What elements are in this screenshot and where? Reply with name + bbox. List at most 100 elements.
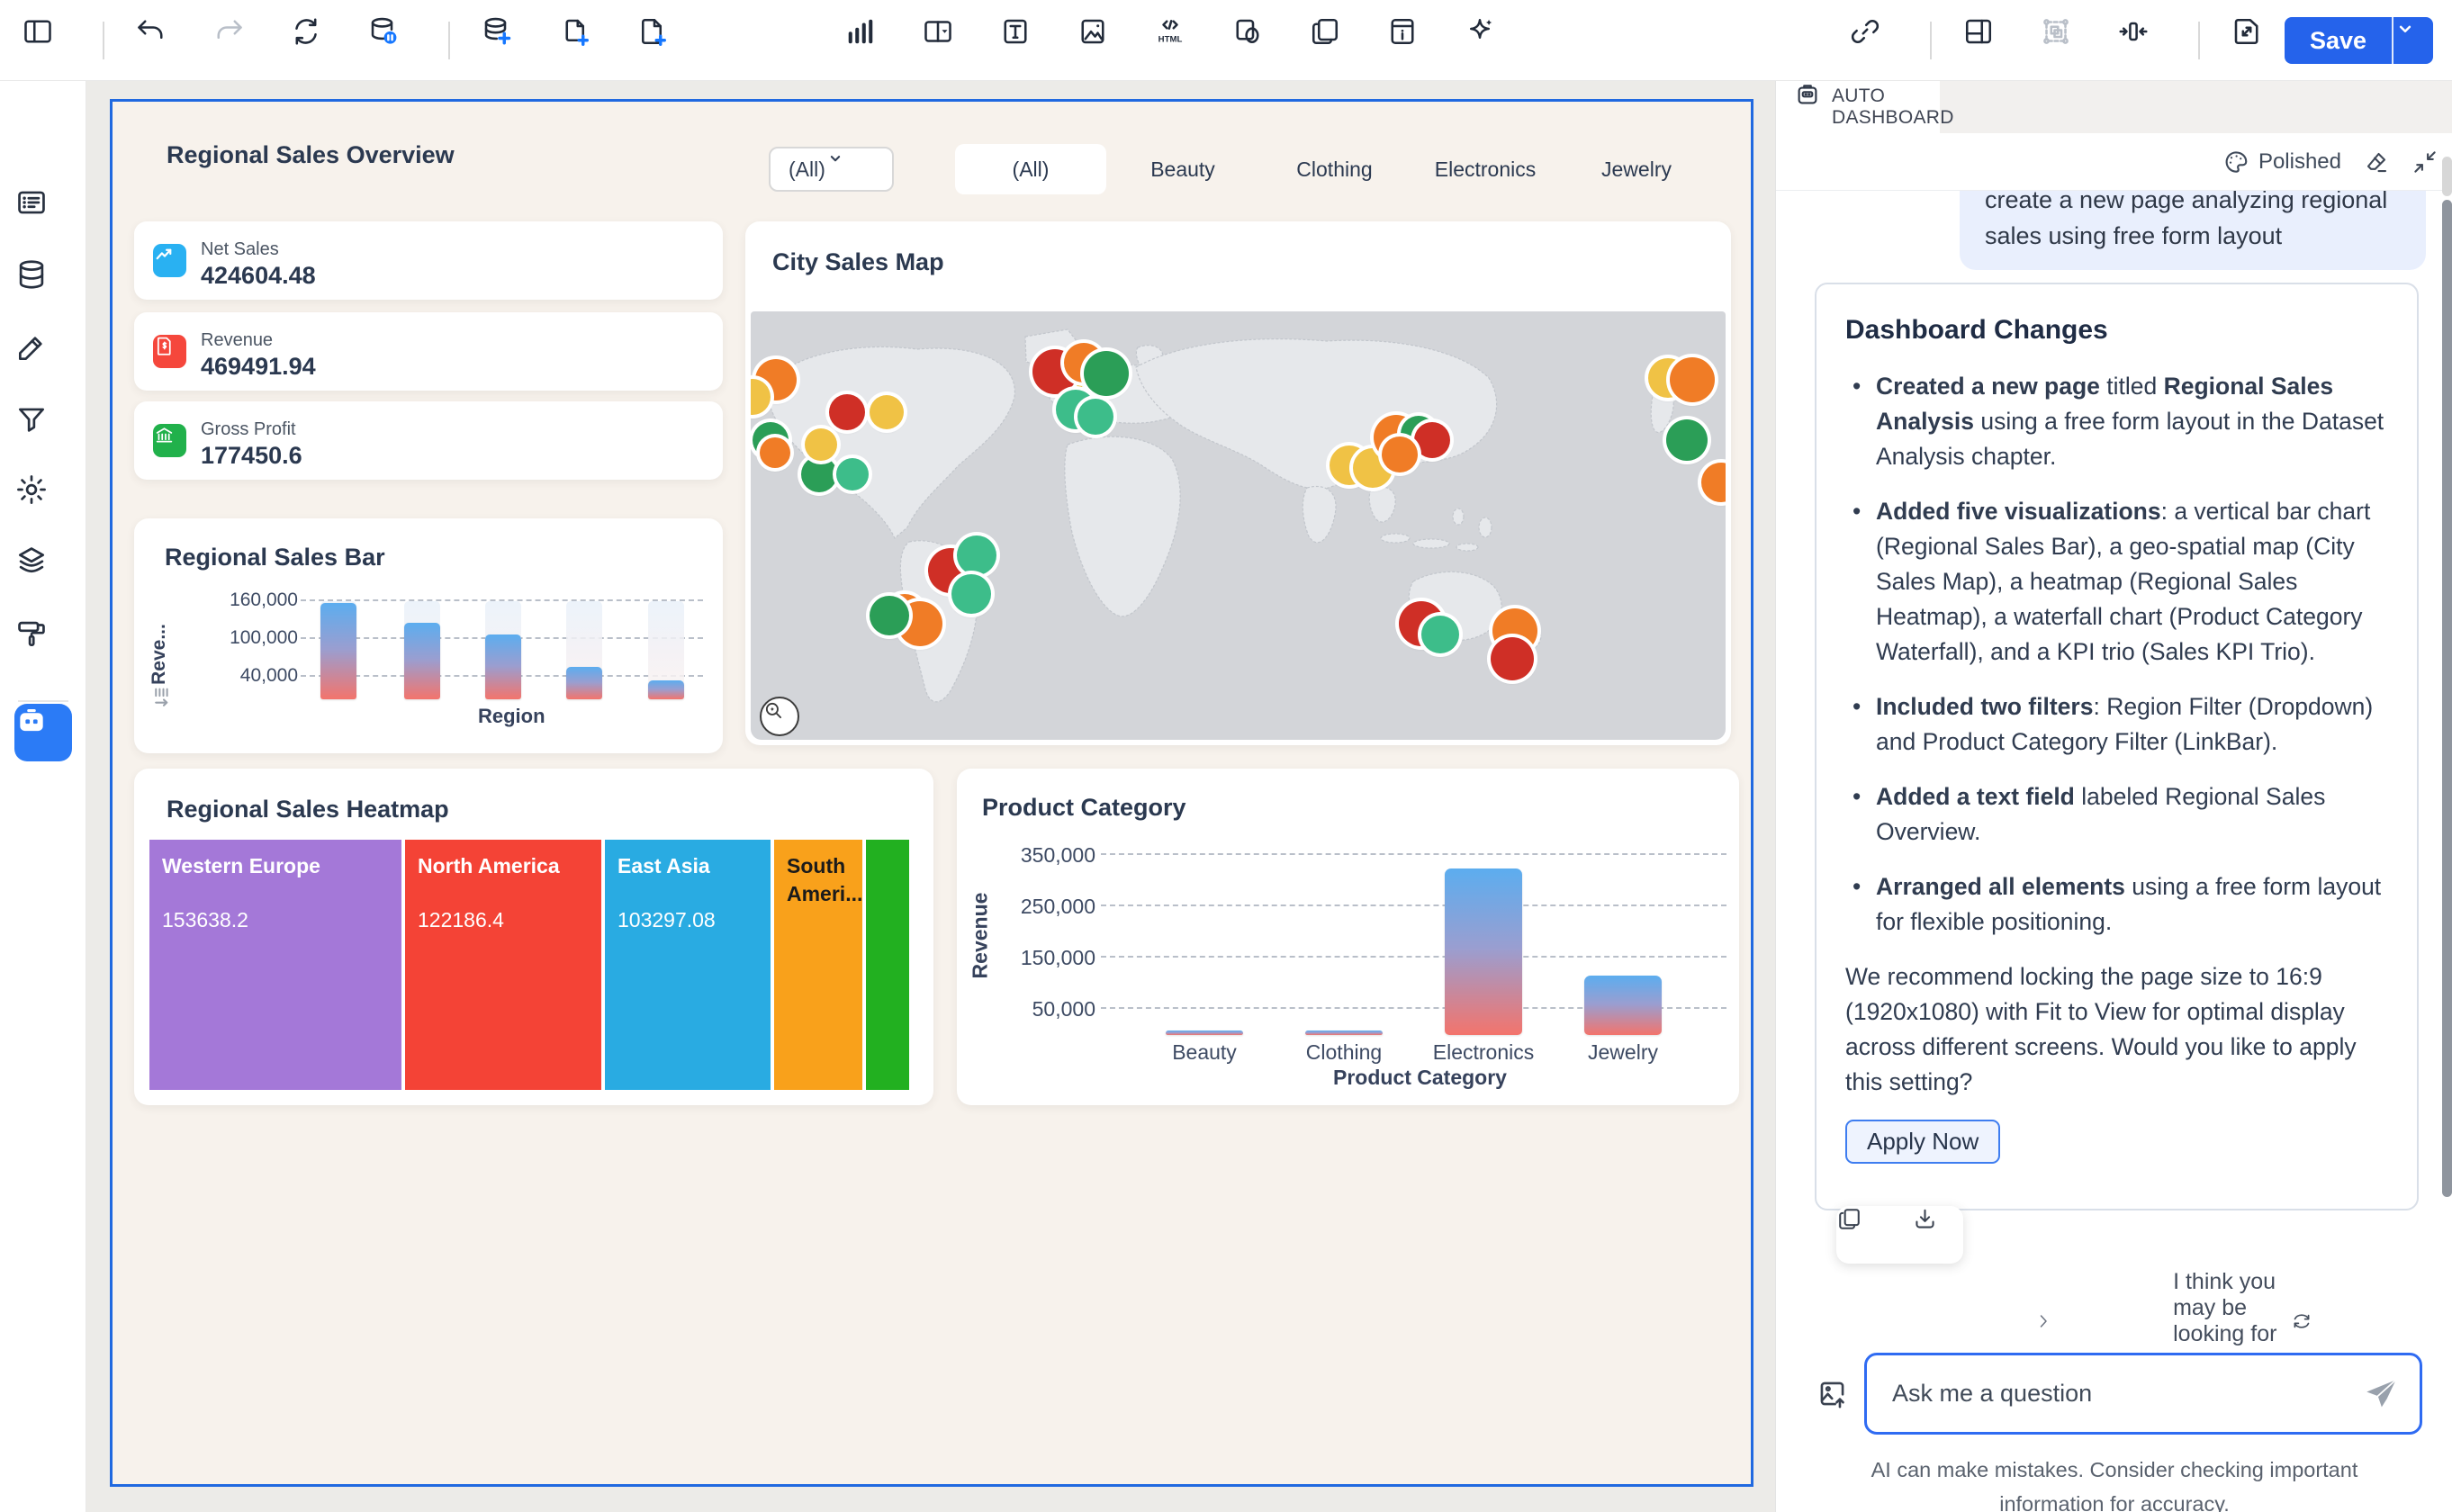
duplicate-button[interactable] bbox=[1309, 15, 1359, 66]
bar-region-2[interactable] bbox=[404, 623, 440, 699]
product-category-card[interactable]: Product Category Revenue 350,000 250,000… bbox=[957, 769, 1739, 1105]
bar-region-5[interactable] bbox=[648, 680, 684, 700]
sidebar-item-database[interactable] bbox=[14, 257, 72, 315]
bar-clothing[interactable] bbox=[1305, 1030, 1383, 1035]
undo-button[interactable] bbox=[135, 15, 185, 66]
city-bubble-teal[interactable] bbox=[836, 458, 869, 490]
city-bubble-orange[interactable] bbox=[1382, 436, 1418, 472]
save-button[interactable]: Save bbox=[2285, 17, 2392, 64]
redo-button[interactable] bbox=[212, 15, 263, 66]
sidebar-item-auto-dashboard[interactable] bbox=[14, 704, 72, 761]
bar-region-1[interactable] bbox=[320, 603, 356, 699]
link-button[interactable] bbox=[1849, 15, 1899, 66]
group-objects-button[interactable] bbox=[2040, 15, 2090, 66]
kpi-card-revenue[interactable]: Revenue469491.94 bbox=[134, 312, 723, 391]
panel-left-button[interactable] bbox=[22, 15, 72, 66]
bar-electronics[interactable] bbox=[1445, 868, 1522, 1035]
collapse-panel-button[interactable] bbox=[2411, 148, 2438, 176]
sidebar-item-theme-roller[interactable] bbox=[14, 616, 72, 674]
heatmap-block-unlabeled[interactable] bbox=[866, 840, 909, 1090]
fit-width-button[interactable] bbox=[2117, 15, 2168, 66]
pan-hint-icon[interactable] bbox=[150, 682, 177, 713]
heatmap-block-east-asia[interactable]: East Asia103297.08 bbox=[605, 840, 771, 1090]
x-tick-jewelry: Jewelry bbox=[1551, 1040, 1695, 1065]
file-copy-add-button[interactable] bbox=[558, 15, 608, 66]
region-filter-value: (All) bbox=[789, 158, 825, 182]
database-add-button[interactable] bbox=[481, 15, 531, 66]
city-bubble-yellow[interactable] bbox=[805, 428, 837, 461]
image-block-button[interactable] bbox=[1077, 15, 1127, 66]
heatmap-block-western-europe[interactable]: Western Europe153638.2 bbox=[149, 840, 401, 1090]
city-bubble-yellow[interactable] bbox=[870, 395, 904, 429]
regional-sales-bar-card[interactable]: Regional Sales Bar Reve... 160,000 100,0… bbox=[134, 518, 723, 753]
kpi-card-gross-profit[interactable]: Gross Profit177450.6 bbox=[134, 401, 723, 480]
kpi-card-net-sales[interactable]: Net Sales424604.48 bbox=[134, 221, 723, 300]
city-bubble-teal[interactable] bbox=[1077, 399, 1113, 435]
text-block-button[interactable] bbox=[999, 15, 1050, 66]
ai-sparkle-button[interactable] bbox=[1464, 15, 1514, 66]
map-zoom-control[interactable] bbox=[760, 697, 799, 736]
city-bubble-orange[interactable] bbox=[760, 437, 790, 468]
page-resize-button[interactable] bbox=[2231, 15, 2281, 66]
chat-scrollbar-thumb[interactable] bbox=[2442, 200, 2452, 1197]
bar-jewelry[interactable] bbox=[1584, 976, 1662, 1035]
city-bubble-red[interactable] bbox=[829, 394, 865, 430]
city-bubble-orange[interactable] bbox=[1701, 463, 1726, 502]
attach-image-button[interactable] bbox=[1816, 1377, 1849, 1410]
bar-region-3[interactable] bbox=[485, 634, 521, 699]
database-status-button[interactable] bbox=[367, 15, 418, 66]
layout-grid-button[interactable] bbox=[1962, 15, 2013, 66]
city-bubble-green[interactable] bbox=[870, 596, 909, 635]
file-add-button[interactable] bbox=[636, 15, 686, 66]
bar-beauty[interactable] bbox=[1166, 1030, 1243, 1035]
city-bubble-green[interactable] bbox=[801, 456, 837, 492]
invoice-icon bbox=[153, 335, 186, 368]
category-filter-item-all[interactable]: (All) bbox=[955, 144, 1106, 194]
city-bubble-green[interactable] bbox=[1084, 351, 1129, 396]
sidebar-item-filter-funnel[interactable] bbox=[14, 402, 72, 460]
shapes-button[interactable] bbox=[1231, 15, 1282, 66]
city-bubble-green[interactable] bbox=[1666, 419, 1708, 461]
y-tick: 100,000 bbox=[230, 627, 298, 649]
dropdown-control-button[interactable] bbox=[922, 15, 972, 66]
city-bubble-teal[interactable] bbox=[951, 574, 991, 614]
theme-selector[interactable]: Polished bbox=[2222, 148, 2341, 176]
html-embed-button[interactable]: HTML bbox=[1154, 15, 1204, 66]
info-card-button[interactable] bbox=[1386, 15, 1437, 66]
city-sales-map-card[interactable]: City Sales Map bbox=[745, 221, 1731, 745]
bar-region-4[interactable] bbox=[566, 667, 602, 699]
sidebar-item-outline-list[interactable] bbox=[14, 185, 72, 243]
world-map[interactable] bbox=[751, 311, 1726, 740]
dashboard-canvas[interactable]: Regional Sales Overview (All) (All)Beaut… bbox=[110, 99, 1753, 1487]
sidebar-item-layers[interactable] bbox=[14, 544, 72, 601]
sidebar-item-edit-pencil[interactable] bbox=[14, 330, 72, 388]
category-filter-item-clothing[interactable]: Clothing bbox=[1259, 144, 1410, 194]
question-input[interactable] bbox=[1892, 1355, 2324, 1432]
chevron-right-icon[interactable] bbox=[2033, 1310, 2160, 1332]
heatmap-block-south-ameri-[interactable]: South Ameri... bbox=[774, 840, 862, 1090]
apply-now-button[interactable]: Apply Now bbox=[1845, 1120, 2000, 1164]
refresh-button[interactable] bbox=[290, 15, 340, 66]
copy-icon[interactable] bbox=[1836, 1206, 1889, 1264]
bar-chart-button[interactable] bbox=[844, 15, 895, 66]
send-button[interactable] bbox=[2362, 1375, 2400, 1413]
city-bubble-teal[interactable] bbox=[957, 536, 996, 575]
city-bubble-red[interactable] bbox=[1491, 637, 1534, 680]
tab-auto-dashboard[interactable]: AUTO DASHBOARD bbox=[1776, 81, 1940, 133]
category-filter-item-beauty[interactable]: Beauty bbox=[1106, 144, 1259, 194]
download-icon[interactable] bbox=[1912, 1206, 1964, 1264]
chat-scrollbar-track[interactable] bbox=[2442, 157, 2452, 196]
regenerate-suggestion-icon[interactable] bbox=[2291, 1310, 2419, 1332]
city-bubble-red[interactable] bbox=[1414, 422, 1450, 458]
regional-sales-heatmap-card[interactable]: Regional Sales Heatmap Western Europe153… bbox=[134, 769, 933, 1105]
save-dropdown-button[interactable] bbox=[2392, 17, 2433, 64]
category-filter-item-electronics[interactable]: Electronics bbox=[1410, 144, 1561, 194]
region-filter-dropdown[interactable]: (All) bbox=[769, 147, 894, 192]
city-bubble-orange[interactable] bbox=[1670, 357, 1715, 402]
sidebar-item-settings-gear[interactable] bbox=[14, 472, 72, 530]
clear-chat-button[interactable] bbox=[2363, 148, 2390, 176]
category-filter-item-jewelry[interactable]: Jewelry bbox=[1561, 144, 1712, 194]
heatmap-block-north-america[interactable]: North America122186.4 bbox=[405, 840, 601, 1090]
city-bubble-teal[interactable] bbox=[1421, 616, 1459, 653]
x-tick-electronics: Electronics bbox=[1411, 1040, 1555, 1065]
